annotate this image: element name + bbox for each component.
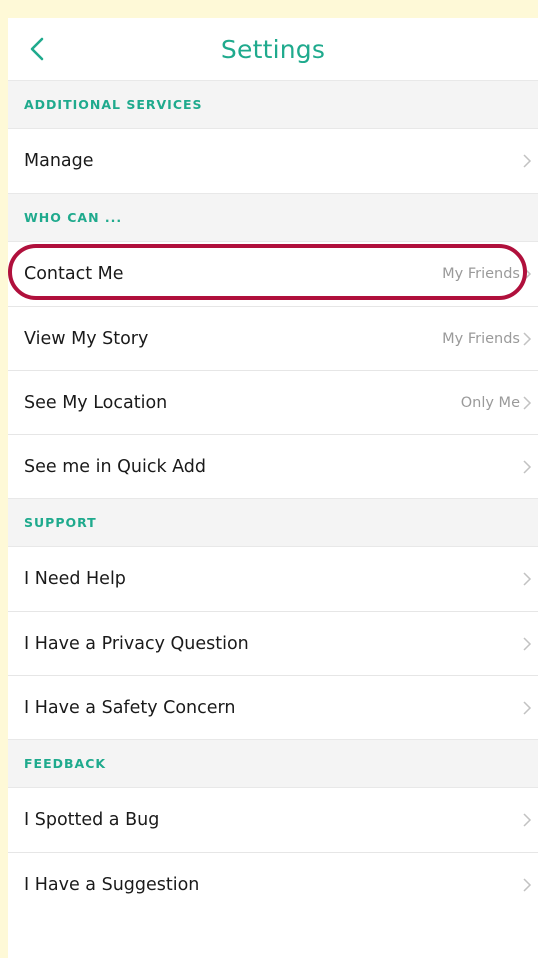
nav-header: Settings <box>8 18 538 80</box>
chevron-right-icon <box>523 877 532 892</box>
settings-item-label: I Spotted a Bug <box>24 810 160 830</box>
section-header-who-can: WHO CAN ... <box>8 193 538 242</box>
chevron-right-icon <box>523 459 532 474</box>
settings-item-spotted-a-bug[interactable]: I Spotted a Bug <box>8 788 538 852</box>
settings-item-i-need-help[interactable]: I Need Help <box>8 547 538 611</box>
settings-item-value: Only Me <box>460 394 520 411</box>
settings-item-label: I Have a Privacy Question <box>24 633 249 654</box>
settings-item-label: I Have a Safety Concern <box>24 697 236 718</box>
chevron-right-icon <box>523 331 532 346</box>
settings-item-value: My Friends <box>442 330 520 347</box>
chevron-right-icon <box>523 572 532 586</box>
settings-item-label: View My Story <box>24 328 149 349</box>
chevron-right-icon <box>523 813 532 827</box>
settings-item-safety-concern[interactable]: I Have a Safety Concern <box>8 675 538 739</box>
chevron-right-icon <box>523 700 532 715</box>
settings-item-label: Manage <box>24 151 94 171</box>
settings-item-label: I Need Help <box>24 569 126 589</box>
settings-item-label: See My Location <box>24 392 168 413</box>
back-button[interactable] <box>22 32 52 66</box>
chevron-left-icon <box>30 37 44 61</box>
page-title: Settings <box>220 34 326 64</box>
settings-item-label: I Have a Suggestion <box>24 874 200 895</box>
section-header-support: SUPPORT <box>8 498 538 547</box>
settings-item-value: My Friends <box>442 266 520 282</box>
section-header-additional-services: ADDITIONAL SERVICES <box>8 80 538 129</box>
section-header-feedback: FEEDBACK <box>8 739 538 788</box>
settings-item-privacy-question[interactable]: I Have a Privacy Question <box>8 611 538 675</box>
chevron-right-icon <box>523 154 532 168</box>
chevron-right-icon <box>523 267 532 281</box>
settings-item-label: See me in Quick Add <box>24 456 207 477</box>
settings-item-label: Contact Me <box>24 264 124 284</box>
settings-screen: Settings ADDITIONAL SERVICES Manage WHO … <box>8 18 538 958</box>
settings-item-view-my-story[interactable]: View My Story My Friends <box>8 306 538 370</box>
chevron-right-icon <box>523 395 532 410</box>
settings-item-manage[interactable]: Manage <box>8 129 538 193</box>
settings-item-suggestion[interactable]: I Have a Suggestion <box>8 852 538 916</box>
settings-item-contact-me[interactable]: Contact Me My Friends <box>8 242 538 306</box>
settings-item-see-me-in-quick-add[interactable]: See me in Quick Add <box>8 434 538 498</box>
settings-item-see-my-location[interactable]: See My Location Only Me <box>8 370 538 434</box>
chevron-right-icon <box>523 636 532 651</box>
